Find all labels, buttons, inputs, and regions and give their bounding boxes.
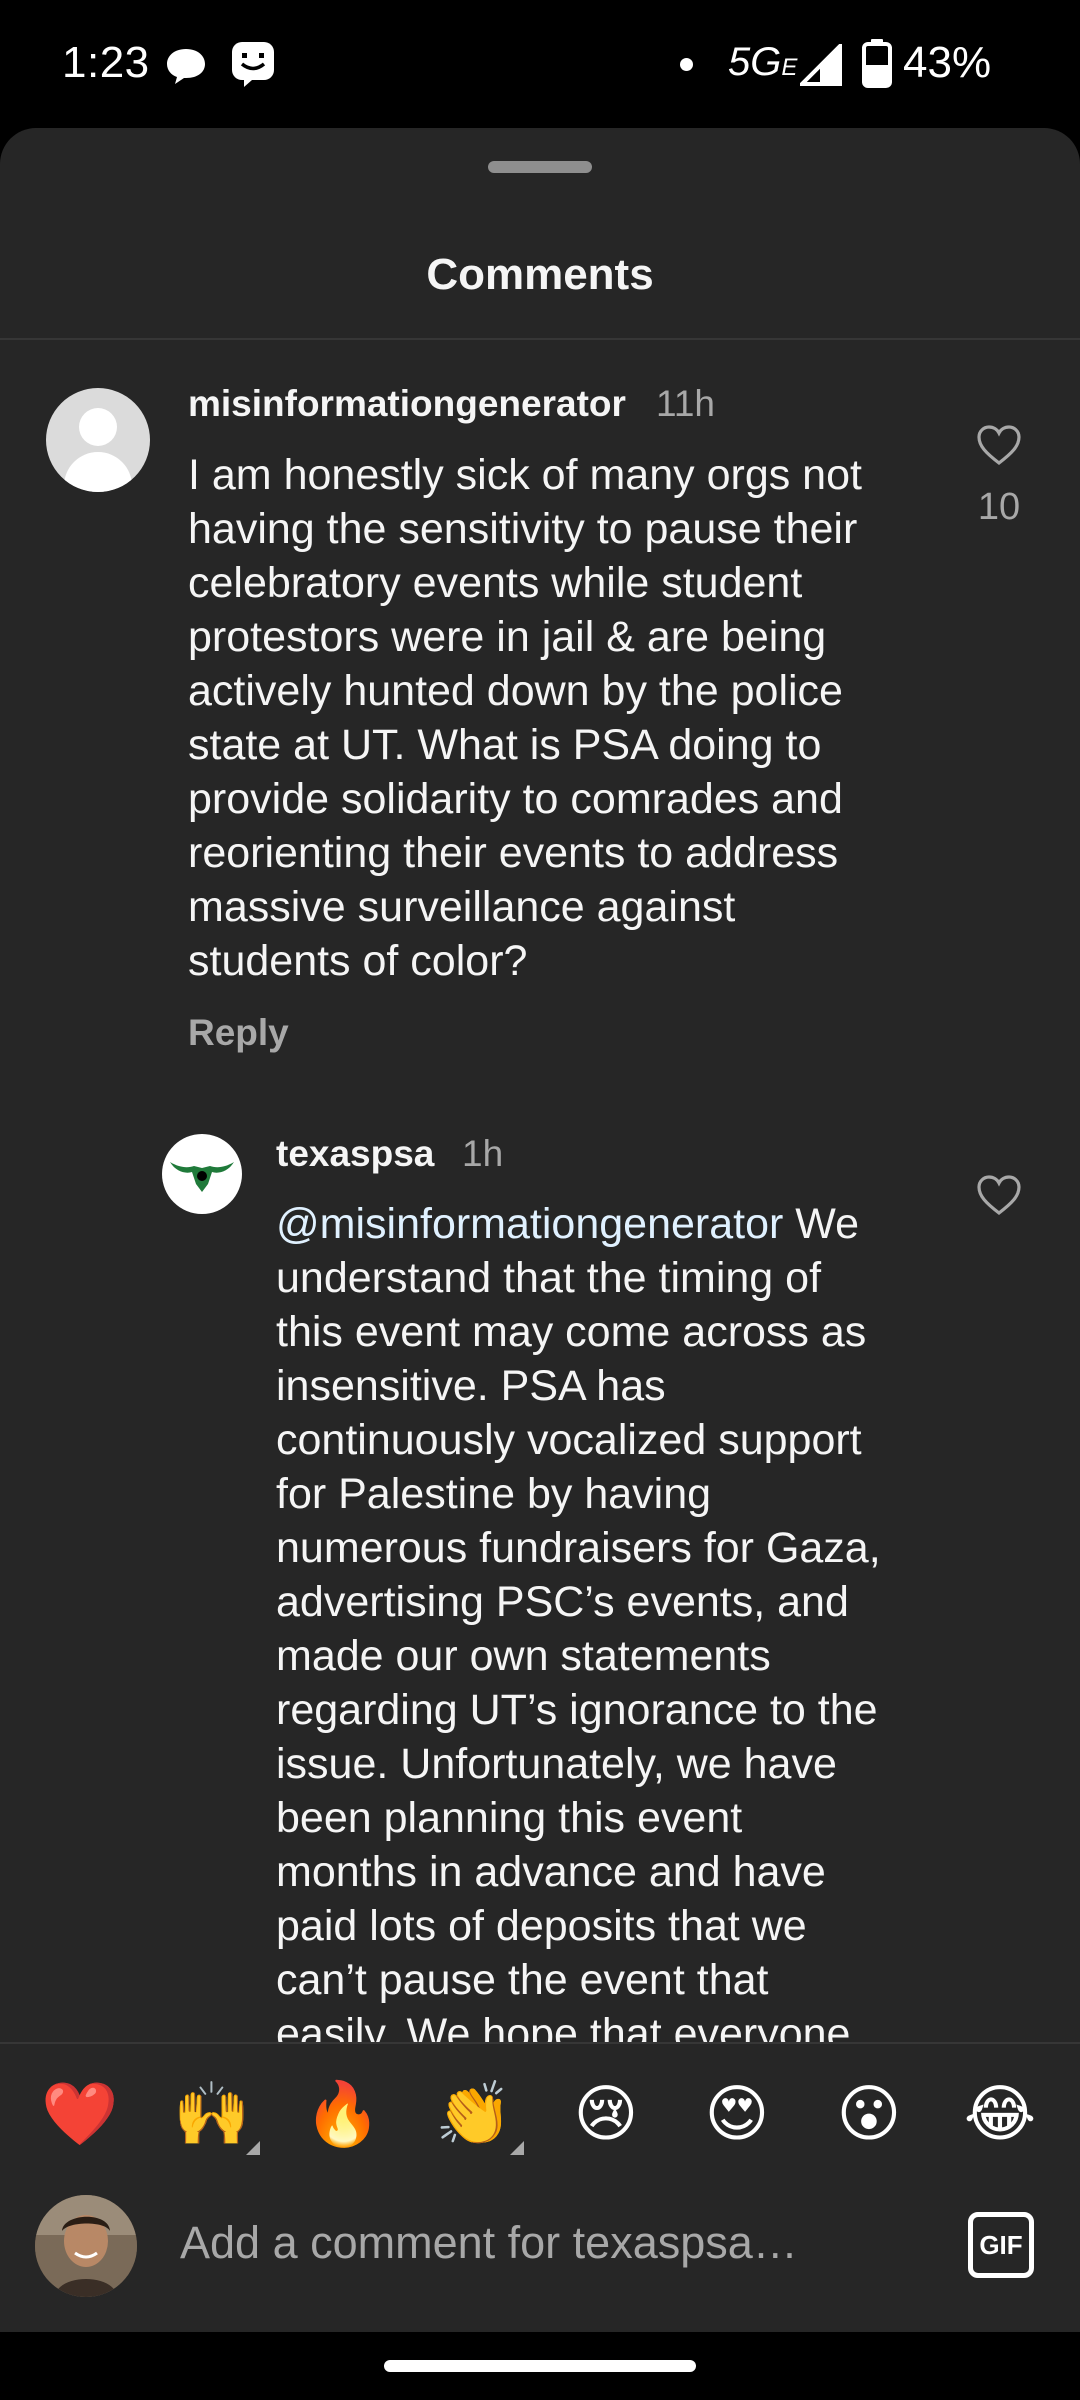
variant-indicator xyxy=(246,2141,260,2155)
emoji-heart[interactable]: ❤️ xyxy=(40,2075,120,2155)
longhorn-logo-icon xyxy=(170,1162,234,1192)
heart-icon[interactable] xyxy=(976,1174,1022,1216)
avatar[interactable] xyxy=(46,388,150,492)
comment-text: I am honestly sick of many orgs not havi… xyxy=(188,451,862,985)
comment-username[interactable]: texaspsa xyxy=(276,1133,434,1175)
divider xyxy=(0,2042,1080,2044)
emoji-fire[interactable]: 🔥 xyxy=(303,2075,383,2155)
reply-button[interactable]: Reply xyxy=(188,1012,289,1054)
navigation-bar xyxy=(0,2332,1080,2400)
emoji-heart-eyes[interactable]: 😍 xyxy=(697,2075,777,2155)
comment-time: 11h xyxy=(656,383,715,424)
gif-button[interactable]: GIF xyxy=(968,2212,1034,2278)
mention-link[interactable]: @misinformationgenerator xyxy=(276,1200,783,1248)
emoji-clapping[interactable]: 👏 xyxy=(434,2075,514,2155)
variant-indicator xyxy=(510,2141,524,2155)
comment-username[interactable]: misinformationgenerator xyxy=(188,383,626,425)
emoji-raised-hands[interactable]: 🙌 xyxy=(172,2075,252,2155)
comment-time: 1h xyxy=(462,1133,504,1174)
comment-list: misinformationgenerator 11h I am honestl… xyxy=(0,0,1080,2042)
comment-input[interactable] xyxy=(180,2211,880,2275)
comment-input-row: GIF xyxy=(0,2195,1080,2305)
home-indicator[interactable] xyxy=(384,2360,696,2372)
emoji-crying[interactable]: 😢 xyxy=(566,2075,646,2155)
heart-icon[interactable] xyxy=(976,424,1022,466)
emoji-surprised[interactable]: 😮 xyxy=(829,2075,909,2155)
avatar[interactable] xyxy=(162,1134,242,1214)
like-count: 10 xyxy=(977,486,1021,528)
emoji-laughing[interactable]: 😂 xyxy=(960,2075,1040,2155)
comment-text: @misinformationgenerator We understand t… xyxy=(276,1200,881,2042)
emoji-reaction-bar: ❤️ 🙌 🔥 👏 😢 😍 😮 😂 xyxy=(0,2075,1080,2155)
current-user-avatar xyxy=(35,2195,137,2297)
